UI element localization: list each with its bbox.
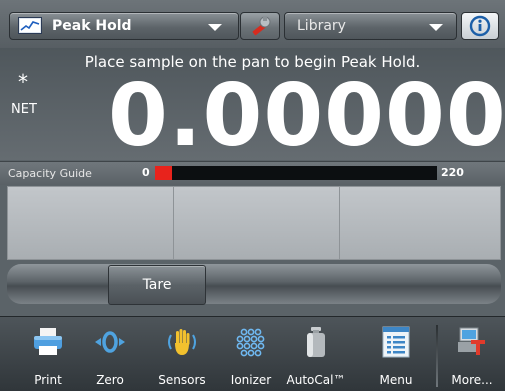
chevron-down-icon [208, 24, 222, 31]
library-dropdown[interactable]: Library [284, 12, 457, 40]
peak-hold-icon [18, 17, 42, 34]
info-button[interactable] [461, 12, 499, 40]
application-dropdown[interactable]: Peak Hold [9, 12, 239, 40]
capacity-guide: Capacity Guide 0 220 [0, 161, 505, 185]
reference-fields [7, 186, 501, 260]
autocal-label: AutoCal™ [286, 373, 346, 387]
info-icon [469, 15, 491, 37]
more-label: More... [451, 373, 493, 387]
sensors-label: Sensors [158, 373, 206, 387]
stability-indicator: * [18, 70, 28, 94]
library-label: Library [297, 18, 346, 34]
capacity-guide-label: Capacity Guide [8, 167, 92, 180]
sensors-button[interactable]: Sensors [152, 317, 212, 391]
zero-label: Zero [96, 373, 124, 387]
autocal-button[interactable]: AutoCal™ [286, 317, 346, 391]
hand-sensor-icon [168, 329, 196, 355]
reference-field-1 [8, 187, 174, 259]
ionizer-button[interactable]: Ionizer [221, 317, 281, 391]
settings-wrench-button[interactable] [240, 12, 280, 40]
chevron-down-icon [429, 24, 443, 31]
printer-icon [34, 328, 62, 355]
action-strip: Tare [7, 264, 501, 305]
more-icon [458, 327, 485, 355]
weight-display: Place sample on the pan to begin Peak Ho… [0, 48, 505, 166]
wrench-icon [252, 16, 271, 36]
capacity-bar-fill [155, 166, 172, 180]
top-bar: Peak Hold Library [0, 0, 505, 48]
capacity-max-value: 220 [441, 166, 464, 179]
bottom-toolbar: Print Zero Sensors Ionizer AutoCal™ Menu… [0, 316, 505, 391]
calibration-weight-icon [307, 327, 325, 357]
zero-button[interactable]: Zero [80, 317, 140, 391]
zero-icon [95, 331, 125, 353]
print-button[interactable]: Print [18, 317, 78, 391]
application-label: Peak Hold [52, 18, 132, 34]
capacity-bar [155, 166, 437, 180]
tare-button[interactable]: Tare [108, 265, 206, 305]
reference-field-3 [340, 187, 500, 259]
ionizer-icon [236, 328, 265, 357]
tare-button-label: Tare [142, 277, 172, 293]
menu-button[interactable]: Menu [366, 317, 426, 391]
capacity-min-value: 0 [142, 166, 150, 179]
more-button[interactable]: More... [442, 317, 502, 391]
ionizer-label: Ionizer [230, 373, 272, 387]
menu-label: Menu [379, 373, 413, 387]
weight-reading: 0.00000 [108, 66, 505, 166]
weight-unit: g [478, 130, 487, 146]
menu-icon [382, 326, 410, 358]
net-indicator: NET [11, 102, 37, 117]
reference-field-2 [174, 187, 340, 259]
